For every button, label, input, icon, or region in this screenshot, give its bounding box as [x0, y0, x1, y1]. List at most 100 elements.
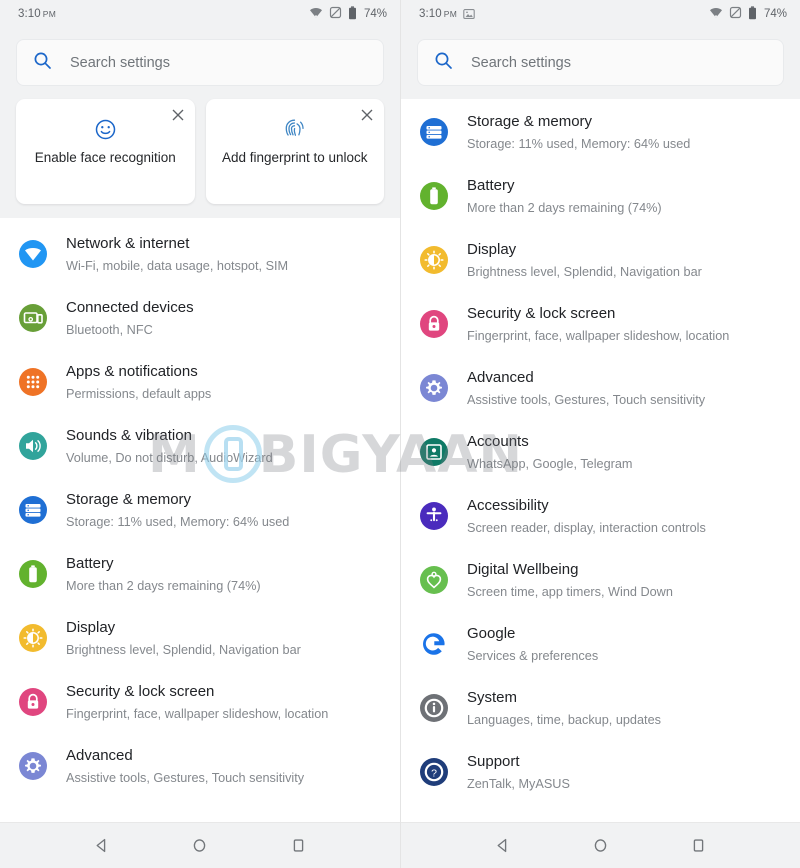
promo-card-fingerprint[interactable]: Add fingerprint to unlock	[205, 99, 384, 204]
setting-title: Battery	[467, 177, 515, 194]
search-bar[interactable]: Search settings	[417, 39, 784, 86]
close-icon[interactable]	[357, 105, 377, 125]
status-ampm: PM	[443, 9, 458, 19]
setting-row-storage-memory[interactable]: Storage & memory Storage: 11% used, Memo…	[0, 478, 400, 542]
heart-icon	[419, 565, 449, 595]
status-time: 3:10	[18, 8, 41, 20]
setting-subtitle: Languages, time, backup, updates	[467, 712, 661, 727]
brightness-icon	[18, 623, 48, 653]
settings-screen-right: 3:10 PM 74% Search settings Storage & me…	[400, 0, 800, 868]
speaker-icon	[18, 431, 48, 461]
status-bar-right: 3:10 PM 74%	[401, 0, 800, 28]
status-ampm: PM	[42, 9, 57, 19]
promo-cards-region: Enable face recognition Add fingerprint …	[0, 99, 400, 218]
settings-list-right[interactable]: Storage & memory Storage: 11% used, Memo…	[401, 99, 800, 822]
setting-subtitle: Screen time, app timers, Wind Down	[467, 584, 673, 599]
devices-icon	[18, 303, 48, 333]
setting-row-security-lock-screen[interactable]: Security & lock screen Fingerprint, face…	[0, 670, 400, 734]
status-bar-left: 3:10 PM 74%	[0, 0, 400, 28]
setting-title: Display	[467, 241, 517, 258]
setting-subtitle: Fingerprint, face, wallpaper slideshow, …	[467, 328, 730, 343]
setting-row-accounts[interactable]: Accounts WhatsApp, Google, Telegram	[401, 420, 800, 484]
battery-percent: 74%	[363, 8, 387, 20]
back-triangle-icon[interactable]	[480, 824, 524, 868]
gear-icon	[419, 373, 449, 403]
fingerprint-icon	[284, 118, 305, 140]
back-triangle-icon[interactable]	[79, 824, 123, 868]
setting-subtitle: Storage: 11% used, Memory: 64% used	[467, 136, 691, 151]
setting-subtitle: More than 2 days remaining (74%)	[66, 578, 261, 593]
search-region-right: Search settings	[401, 28, 800, 99]
setting-row-battery[interactable]: Battery More than 2 days remaining (74%)	[401, 164, 800, 228]
setting-title: Battery	[66, 555, 114, 572]
volume-off-icon	[329, 6, 342, 22]
setting-row-storage-memory[interactable]: Storage & memory Storage: 11% used, Memo…	[401, 100, 800, 164]
setting-row-apps-notifications[interactable]: Apps & notifications Permissions, defaul…	[0, 350, 400, 414]
image-icon	[463, 8, 475, 20]
setting-title: Security & lock screen	[467, 305, 616, 322]
recents-square-icon[interactable]	[277, 824, 321, 868]
dual-screenshot-comparison: 3:10 PM 74% Search settings Enable face …	[0, 0, 800, 868]
search-region-left: Search settings	[0, 28, 400, 99]
help-icon: ?	[419, 757, 449, 787]
setting-row-display[interactable]: Display Brightness level, Splendid, Navi…	[401, 228, 800, 292]
info-icon	[419, 693, 449, 723]
wifi-circle-icon	[18, 239, 48, 269]
volume-off-icon	[729, 6, 742, 22]
accessibility-icon	[419, 501, 449, 531]
navigation-bar-left	[0, 822, 400, 868]
gear-icon	[18, 751, 48, 781]
recents-square-icon[interactable]	[677, 824, 721, 868]
setting-subtitle: Services & preferences	[467, 648, 599, 663]
setting-row-system[interactable]: System Languages, time, backup, updates	[401, 676, 800, 740]
setting-title: Support	[467, 753, 520, 770]
setting-row-google[interactable]: Google Services & preferences	[401, 612, 800, 676]
status-time: 3:10	[419, 8, 442, 20]
setting-title: Accounts	[467, 433, 529, 450]
setting-title: System	[467, 689, 518, 706]
close-icon[interactable]	[168, 105, 188, 125]
setting-title: Apps & notifications	[66, 363, 198, 380]
setting-row-sounds-vibration[interactable]: Sounds & vibration Volume, Do not distur…	[0, 414, 400, 478]
setting-title: Security & lock screen	[66, 683, 215, 700]
setting-row-accessibility[interactable]: Accessibility Screen reader, display, in…	[401, 484, 800, 548]
promo-card-face-recognition[interactable]: Enable face recognition	[16, 99, 195, 204]
setting-row-support[interactable]: ? Support ZenTalk, MyASUS	[401, 740, 800, 804]
setting-row-connected-devices[interactable]: Connected devices Bluetooth, NFC	[0, 286, 400, 350]
setting-title: Storage & memory	[66, 491, 192, 508]
setting-subtitle: Assistive tools, Gestures, Touch sensiti…	[467, 392, 706, 407]
settings-list-left[interactable]: Network & internet Wi-Fi, mobile, data u…	[0, 218, 400, 822]
setting-subtitle: Assistive tools, Gestures, Touch sensiti…	[66, 770, 305, 785]
setting-row-advanced[interactable]: Advanced Assistive tools, Gestures, Touc…	[0, 734, 400, 798]
google-g-icon	[419, 629, 449, 659]
setting-title: Storage & memory	[467, 113, 593, 130]
home-circle-icon[interactable]	[578, 824, 622, 868]
setting-row-advanced[interactable]: Advanced Assistive tools, Gestures, Touc…	[401, 356, 800, 420]
svg-text:?: ?	[431, 767, 437, 779]
setting-title: Accessibility	[467, 497, 549, 514]
setting-row-digital-wellbeing[interactable]: Digital Wellbeing Screen time, app timer…	[401, 548, 800, 612]
face-smile-icon	[95, 118, 116, 140]
lock-icon	[18, 687, 48, 717]
home-circle-icon[interactable]	[178, 824, 222, 868]
setting-subtitle: Volume, Do not disturb, AudioWizard	[66, 450, 273, 465]
lock-icon	[419, 309, 449, 339]
setting-subtitle: Storage: 11% used, Memory: 64% used	[66, 514, 290, 529]
setting-row-display[interactable]: Display Brightness level, Splendid, Navi…	[0, 606, 400, 670]
setting-title: Network & internet	[66, 235, 190, 252]
setting-subtitle: Permissions, default apps	[66, 386, 212, 401]
setting-title: Digital Wellbeing	[467, 561, 579, 578]
setting-title: Display	[66, 619, 116, 636]
settings-screen-left: 3:10 PM 74% Search settings Enable face …	[0, 0, 400, 868]
setting-subtitle: Wi-Fi, mobile, data usage, hotspot, SIM	[66, 258, 289, 273]
search-input-placeholder: Search settings	[70, 54, 170, 71]
setting-row-security-lock-screen[interactable]: Security & lock screen Fingerprint, face…	[401, 292, 800, 356]
search-bar[interactable]: Search settings	[16, 39, 384, 86]
battery-circle-icon	[18, 559, 48, 589]
setting-subtitle: WhatsApp, Google, Telegram	[467, 456, 633, 471]
brightness-icon	[419, 245, 449, 275]
storage-icon	[419, 117, 449, 147]
setting-row-battery[interactable]: Battery More than 2 days remaining (74%)	[0, 542, 400, 606]
wifi-icon	[709, 7, 723, 22]
setting-row-network-internet[interactable]: Network & internet Wi-Fi, mobile, data u…	[0, 222, 400, 286]
